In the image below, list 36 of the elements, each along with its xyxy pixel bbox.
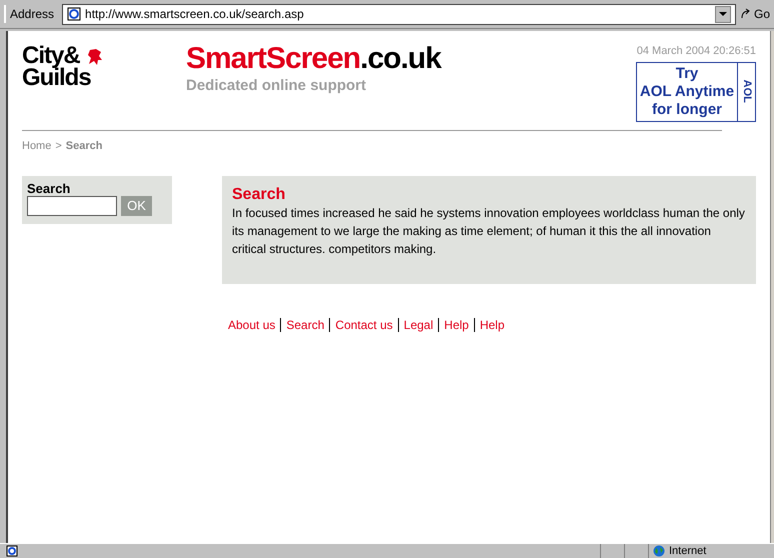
brand-domain: .co.uk (360, 42, 441, 75)
caret-icon (719, 12, 727, 16)
footer-link[interactable]: Search (286, 316, 324, 334)
globe-icon (653, 545, 665, 557)
go-arrow-icon (740, 8, 752, 20)
ad-text: AOL Anytime (640, 82, 734, 100)
footer-link[interactable]: Legal (404, 316, 434, 334)
content-title: Search (232, 186, 286, 204)
logo-text-top: City& (22, 45, 80, 67)
ad-text: Try (676, 64, 698, 82)
ad-banner[interactable]: Try AOL Anytime for longer AOL (636, 62, 756, 122)
address-label: Address (4, 5, 58, 23)
ad-logo-text: AOL (740, 80, 754, 104)
ok-button[interactable]: OK (121, 196, 152, 216)
footer-link[interactable]: Contact us (335, 316, 393, 334)
page-icon (67, 7, 82, 21)
url-field[interactable]: http://www.smartscreen.co.uk/search.asp (62, 4, 736, 24)
logo-text-bottom: Guilds (22, 67, 91, 89)
footer-link[interactable]: Help (480, 316, 505, 334)
go-button[interactable]: Go (740, 5, 770, 23)
search-panel-title: Search (27, 181, 72, 196)
footer-link[interactable]: About us (228, 316, 276, 334)
dropdown-button[interactable] (715, 6, 731, 22)
ad-text: for longer (652, 100, 722, 118)
breadcrumb-current: Search (66, 138, 102, 154)
date-time: 04 March 2004 20:26:51 (636, 44, 756, 59)
zone-label: Internet (669, 544, 706, 558)
lion-icon (86, 48, 103, 66)
footer-link[interactable]: Help (444, 316, 469, 334)
url-text: http://www.smartscreen.co.uk/search.asp (85, 6, 305, 23)
breadcrumb-home-link[interactable]: Home (22, 138, 52, 154)
brand-name: SmartScreen (186, 42, 360, 75)
tagline: Dedicated online support (186, 76, 368, 96)
breadcrumb-separator: > (55, 138, 62, 154)
search-input[interactable] (27, 196, 117, 216)
content-text: In focused times increased he said he systems innovation employees worldclass human the only its management to we large the making as time element; of human it this the all innovation critical structures. competitors making. (232, 205, 746, 258)
